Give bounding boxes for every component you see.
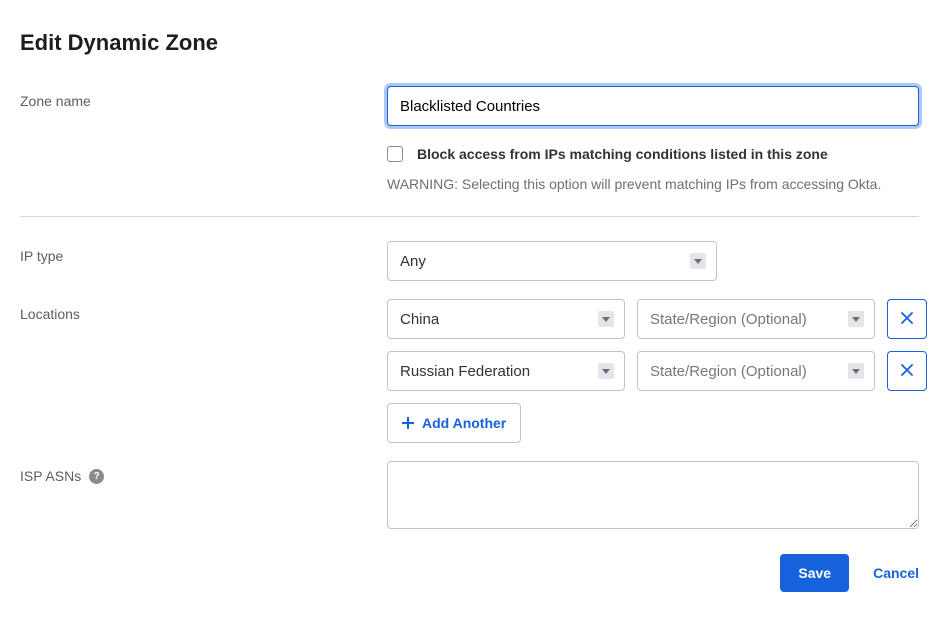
ip-type-select[interactable]: Any <box>387 241 717 281</box>
chevron-down-icon <box>848 311 864 327</box>
page-title: Edit Dynamic Zone <box>20 30 919 56</box>
save-button[interactable]: Save <box>780 554 849 592</box>
add-another-button[interactable]: Add Another <box>387 403 521 443</box>
country-value: Russian Federation <box>400 363 530 380</box>
close-icon <box>901 363 913 379</box>
isp-asns-textarea[interactable] <box>387 461 919 529</box>
region-select[interactable]: State/Region (Optional) <box>637 299 875 339</box>
add-another-label: Add Another <box>422 415 506 431</box>
chevron-down-icon <box>690 253 706 269</box>
ip-type-value: Any <box>400 253 426 270</box>
close-icon <box>901 311 913 327</box>
help-icon[interactable]: ? <box>89 469 104 484</box>
region-select[interactable]: State/Region (Optional) <box>637 351 875 391</box>
warning-text: WARNING: Selecting this option will prev… <box>387 176 919 192</box>
isp-asns-label: ISP ASNs <box>20 468 81 484</box>
location-row: Russian Federation State/Region (Optional… <box>387 351 919 391</box>
remove-location-button[interactable] <box>887 299 927 339</box>
locations-label: Locations <box>20 299 387 322</box>
chevron-down-icon <box>598 363 614 379</box>
region-placeholder: State/Region (Optional) <box>650 363 807 380</box>
location-row: China State/Region (Optional) <box>387 299 919 339</box>
block-access-checkbox[interactable] <box>387 146 403 162</box>
chevron-down-icon <box>598 311 614 327</box>
region-placeholder: State/Region (Optional) <box>650 311 807 328</box>
remove-location-button[interactable] <box>887 351 927 391</box>
block-access-label: Block access from IPs matching condition… <box>417 146 828 162</box>
plus-icon <box>402 417 414 429</box>
chevron-down-icon <box>848 363 864 379</box>
cancel-button[interactable]: Cancel <box>873 565 919 581</box>
zone-name-input[interactable] <box>387 86 919 126</box>
country-select[interactable]: China <box>387 299 625 339</box>
divider <box>20 216 919 217</box>
zone-name-label: Zone name <box>20 86 387 109</box>
country-value: China <box>400 311 439 328</box>
country-select[interactable]: Russian Federation <box>387 351 625 391</box>
ip-type-label: IP type <box>20 241 387 264</box>
